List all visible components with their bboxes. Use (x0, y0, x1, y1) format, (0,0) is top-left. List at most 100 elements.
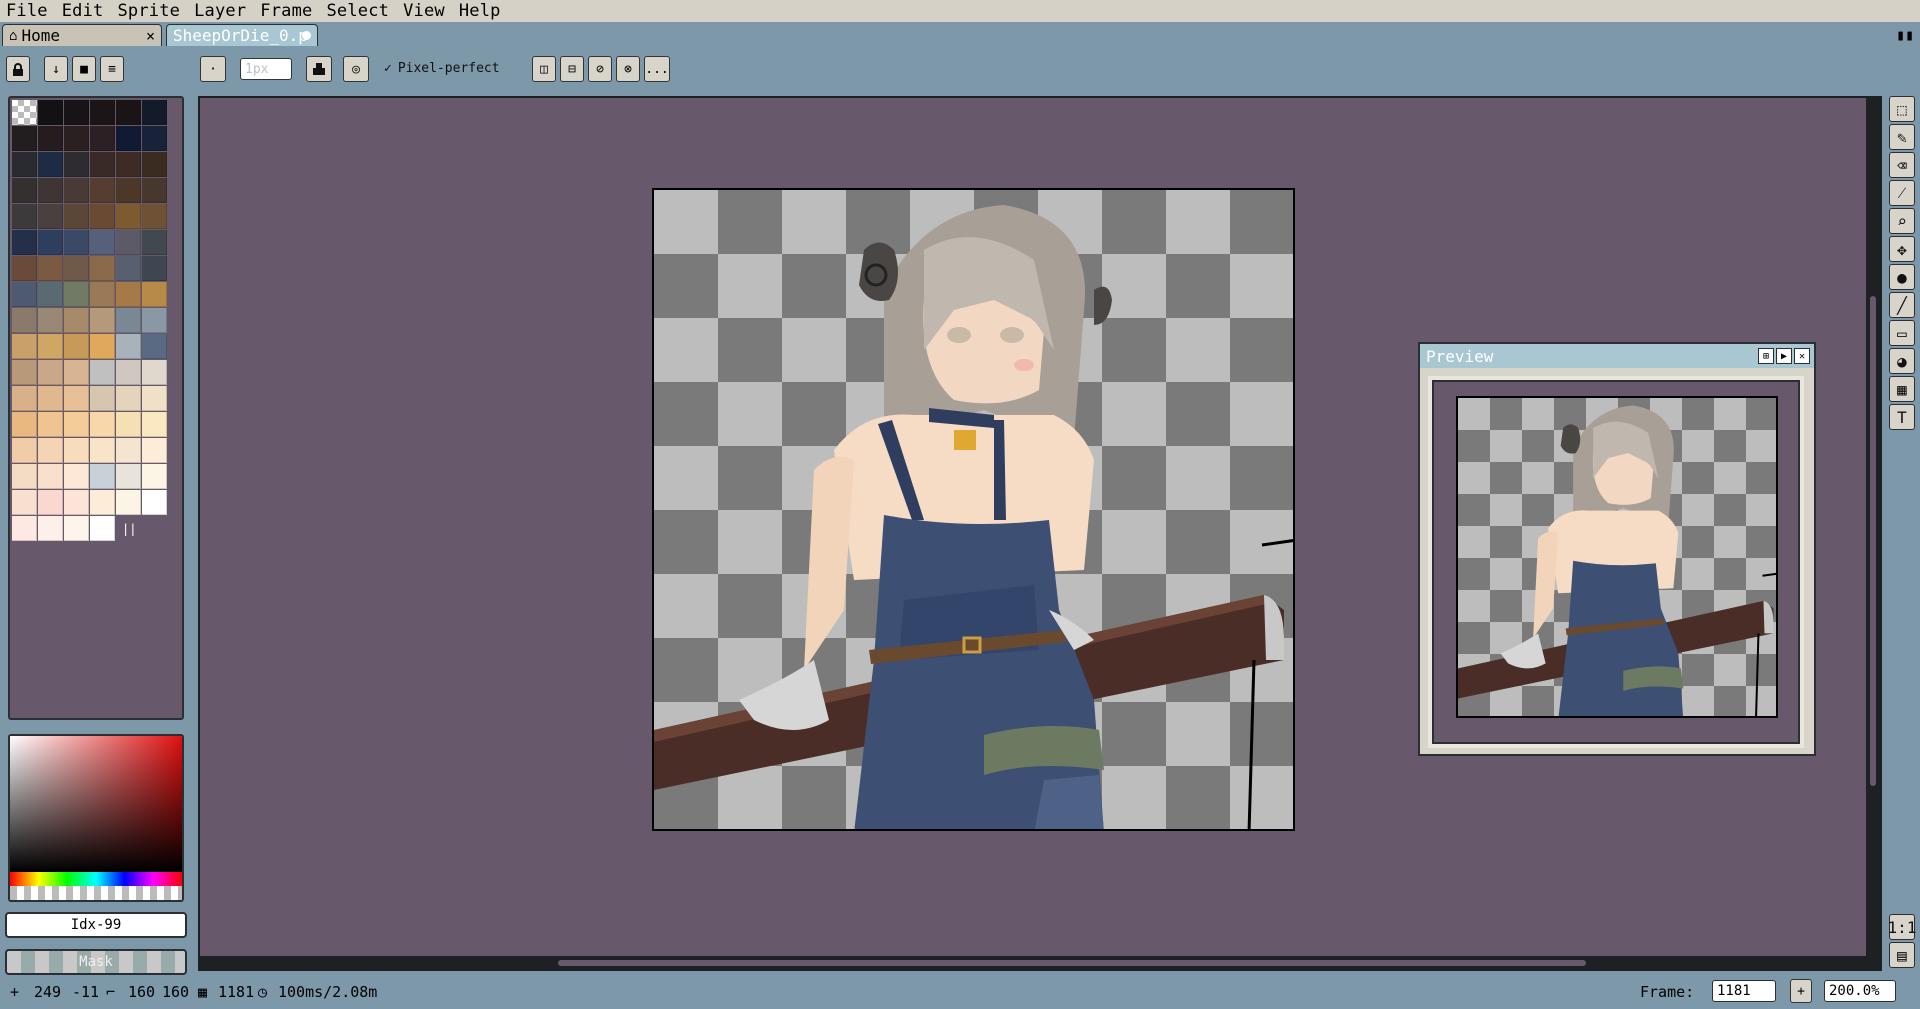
more-options-button[interactable]: ... (644, 56, 670, 82)
menu-view[interactable]: View (403, 1, 445, 21)
palette-swatch[interactable] (116, 282, 141, 307)
vertical-scroll-thumb[interactable] (1870, 296, 1876, 786)
palette-swatch[interactable] (12, 412, 37, 437)
palette-swatch[interactable] (142, 386, 167, 411)
palette-swatch[interactable] (12, 126, 37, 151)
arrow-down-icon[interactable]: ↓ (44, 56, 68, 82)
palette-swatch[interactable] (142, 100, 167, 125)
menu-select[interactable]: Select (326, 1, 389, 21)
palette-swatch[interactable] (90, 100, 115, 125)
palette-swatch[interactable] (116, 100, 141, 125)
rectangle-tool-icon[interactable]: ▭ (1889, 320, 1915, 346)
horizontal-scroll-thumb[interactable] (558, 960, 1586, 966)
palette-swatch[interactable] (12, 230, 37, 255)
preview-titlebar[interactable]: Preview (1420, 344, 1814, 368)
hue-slider[interactable] (10, 872, 182, 886)
palette-swatch[interactable] (12, 438, 37, 463)
palette-swatch[interactable] (142, 412, 167, 437)
palette-swatch[interactable] (142, 490, 167, 515)
palette-swatch[interactable] (116, 308, 141, 333)
palette-swatch[interactable] (38, 490, 63, 515)
palette-swatch[interactable] (116, 256, 141, 281)
palette-swatch[interactable] (64, 178, 89, 203)
palette-swatch[interactable] (12, 152, 37, 177)
palette-swatch[interactable] (90, 126, 115, 151)
flip-horizontal-icon[interactable]: ◫ (532, 56, 556, 82)
palette-swatch[interactable] (38, 230, 63, 255)
palette-swatch[interactable] (90, 152, 115, 177)
palette-swatch[interactable] (90, 360, 115, 385)
palette-swatch[interactable] (64, 516, 89, 541)
palette-swatch[interactable] (64, 100, 89, 125)
alpha-slider[interactable] (10, 886, 182, 900)
preview-mode-icon[interactable]: ⊞ (1758, 348, 1774, 364)
palette-swatch[interactable] (38, 412, 63, 437)
palette-swatch[interactable] (116, 490, 141, 515)
menu-frame[interactable]: Frame (260, 1, 312, 21)
palette-swatch[interactable] (12, 204, 37, 229)
palette-swatch[interactable] (116, 230, 141, 255)
vertical-scrollbar[interactable] (1866, 96, 1880, 971)
palette-swatch[interactable] (64, 152, 89, 177)
palette-swatch[interactable] (12, 490, 37, 515)
menu-file[interactable]: File (6, 1, 48, 21)
palette-swatch[interactable] (64, 282, 89, 307)
timeline-toggle-icon[interactable]: ▤ (1889, 942, 1915, 968)
palette-swatch[interactable] (64, 360, 89, 385)
menu-edit[interactable]: Edit (62, 1, 104, 21)
zoom-tool-icon[interactable]: ⌕ (1889, 208, 1915, 234)
palette-swatch[interactable] (38, 516, 63, 541)
tabs-menu-icon[interactable]: ▮▮ (1896, 26, 1914, 44)
preview-window[interactable]: Preview ⊞ ▶ ✕ (1418, 342, 1816, 756)
menu-help[interactable]: Help (459, 1, 501, 21)
mask-color-button[interactable]: Mask (5, 949, 187, 975)
flip-vertical-icon[interactable]: ⊟ (560, 56, 584, 82)
palette-swatch[interactable] (142, 256, 167, 281)
close-icon[interactable]: × (146, 27, 155, 45)
palette-swatch[interactable] (12, 516, 37, 541)
palette-swatch[interactable] (116, 204, 141, 229)
stop-icon[interactable]: ■ (72, 56, 96, 82)
palette-swatch[interactable] (64, 256, 89, 281)
tab-sprite-file[interactable]: SheepOrDie_0.p (166, 24, 318, 46)
palette-swatch[interactable] (116, 438, 141, 463)
tab-home[interactable]: ⌂ Home × (2, 24, 162, 46)
palette-swatch[interactable] (90, 438, 115, 463)
palette-swatch[interactable] (64, 438, 89, 463)
eyedropper-tool-icon[interactable]: ⁄ (1889, 180, 1915, 206)
palette-swatch[interactable] (12, 178, 37, 203)
brush-size-input[interactable]: 1px (240, 58, 292, 80)
palette-swatch[interactable] (64, 490, 89, 515)
frame-input[interactable]: 1181 (1712, 980, 1776, 1002)
pivot-icon[interactable]: ⊘ (588, 56, 612, 82)
color-picker[interactable] (8, 734, 184, 902)
blur-tool-icon[interactable]: ▦ (1889, 376, 1915, 402)
text-tool-icon[interactable]: T (1889, 404, 1915, 430)
palette-swatch[interactable] (116, 386, 141, 411)
pixel-perfect-checkbox[interactable]: ✓ Pixel-perfect (384, 61, 500, 76)
palette-swatch[interactable] (38, 204, 63, 229)
unsaved-dot-icon[interactable] (302, 31, 311, 40)
palette-swatch[interactable] (64, 412, 89, 437)
palette-swatch[interactable] (38, 464, 63, 489)
palette-swatch[interactable] (116, 412, 141, 437)
menu-sprite[interactable]: Sprite (118, 1, 181, 21)
marquee-tool-icon[interactable]: ⬚ (1889, 96, 1915, 122)
palette-swatch[interactable] (64, 204, 89, 229)
palette-swatch[interactable] (90, 490, 115, 515)
palette-swatch[interactable] (142, 360, 167, 385)
fill-tool-icon[interactable]: ● (1889, 264, 1915, 290)
palette-swatch[interactable] (90, 386, 115, 411)
lock-icon[interactable] (6, 56, 30, 82)
palette-swatch[interactable] (64, 230, 89, 255)
palette-swatch[interactable] (38, 334, 63, 359)
palette-swatch[interactable] (12, 386, 37, 411)
palette-swatch[interactable] (38, 308, 63, 333)
palette-swatch[interactable] (38, 438, 63, 463)
palette-swatch[interactable] (116, 178, 141, 203)
horizontal-scrollbar[interactable] (198, 956, 1882, 970)
palette-swatch[interactable] (12, 100, 37, 125)
palette-swatch[interactable] (64, 308, 89, 333)
palette-swatch[interactable] (142, 282, 167, 307)
palette-swatch[interactable] (64, 464, 89, 489)
